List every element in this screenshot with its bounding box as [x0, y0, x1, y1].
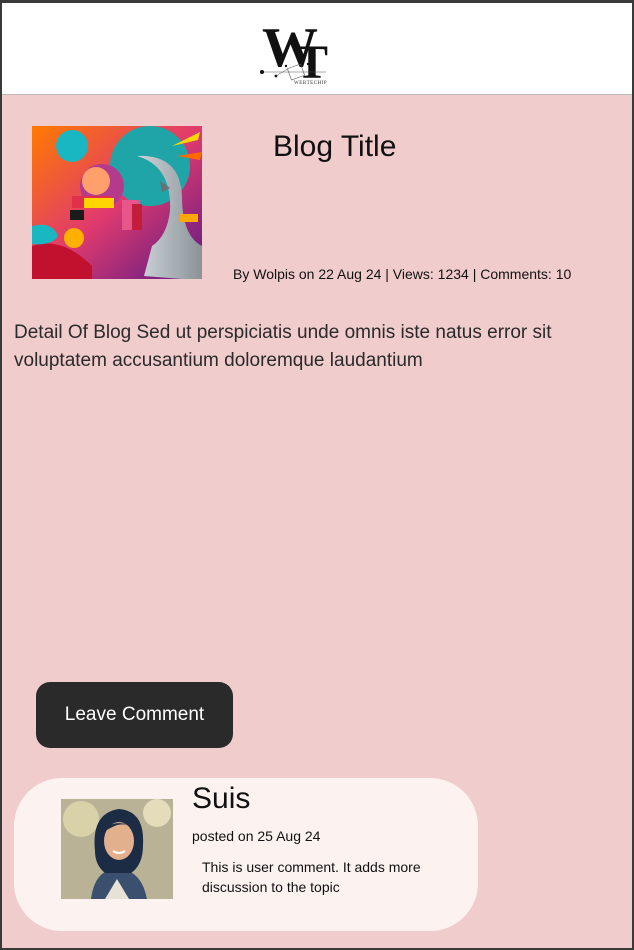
comment-username: Suis [192, 782, 251, 815]
logo-subtitle: WEBTECHIP [294, 81, 328, 86]
comment-text: This is user comment. It adds more discu… [202, 859, 421, 895]
post-image [32, 126, 202, 279]
leave-comment-button[interactable]: Leave Comment [36, 682, 233, 748]
post-detail: Detail Of Blog Sed ut perspiciatis unde … [14, 322, 552, 371]
logo-icon[interactable]: W T [256, 14, 346, 90]
user-avatar [61, 799, 173, 899]
comment-card: Suis posted on 25 Aug 24 This is user co… [14, 778, 478, 931]
post-title: Blog Title [273, 130, 397, 163]
comment-date: posted on 25 Aug 24 [192, 828, 321, 844]
site-header: W T WEBTECHIP [0, 0, 634, 95]
post-meta: By Wolpis on 22 Aug 24 | Views: 1234 | C… [233, 266, 572, 282]
